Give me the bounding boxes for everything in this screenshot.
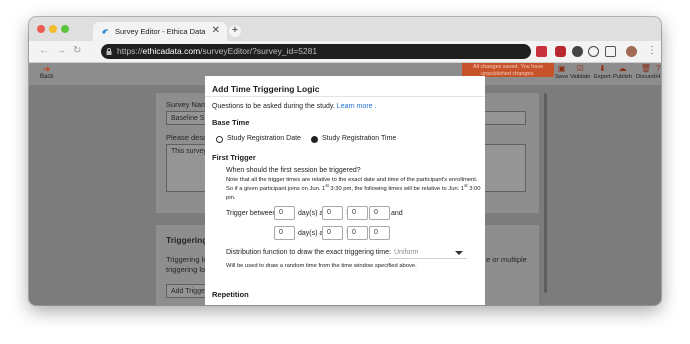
distribution-value: Uniform bbox=[394, 249, 419, 256]
note-line-3: pm. bbox=[226, 195, 236, 201]
tab-bar: Survey Editor - Ethica Data ✕ + bbox=[29, 17, 661, 41]
repetition-heading: Repetition bbox=[212, 290, 249, 299]
back-label: Back bbox=[40, 74, 54, 80]
triggering-text-2: triggering lo bbox=[166, 265, 206, 274]
distribution-select[interactable]: Uniform bbox=[389, 246, 467, 259]
url-path: /surveyEditor/?survey_id=5281 bbox=[200, 46, 318, 56]
from-minutes-input[interactable]: 0 bbox=[347, 206, 368, 220]
minimize-window-button[interactable] bbox=[49, 25, 57, 33]
from-seconds-input[interactable]: 0 bbox=[369, 206, 390, 220]
lock-icon bbox=[106, 48, 112, 55]
new-tab-button[interactable]: + bbox=[229, 25, 241, 37]
extension-puzzle-icon[interactable] bbox=[605, 46, 616, 57]
to-days-input[interactable]: 0 bbox=[274, 226, 295, 240]
note-line-2: So if a given participant joins on Jun. … bbox=[226, 183, 481, 192]
help-icon: ? bbox=[656, 64, 661, 73]
distribution-help: Will be used to draw a random time from … bbox=[226, 263, 417, 269]
note-line-1: Note that all the trigger times are rela… bbox=[226, 177, 478, 183]
help-label: H bbox=[656, 74, 661, 80]
distribution-label: Distribution function to draw the exact … bbox=[226, 249, 391, 256]
reload-icon[interactable]: ↻ bbox=[73, 45, 81, 56]
note-line-2-part-a: So if a given participant joins on Jun. … bbox=[226, 186, 326, 192]
publish-button[interactable]: ☁ Publish bbox=[613, 64, 633, 81]
registration-date-label[interactable]: Study Registration Date bbox=[227, 135, 301, 142]
publish-label: Publish bbox=[613, 74, 633, 80]
note-line-2-part-c: 3:00 bbox=[467, 186, 481, 192]
note-line-2-part-b: 3:30 pm, the following times will be rel… bbox=[328, 186, 465, 192]
validate-label: Validate bbox=[570, 74, 591, 80]
first-trigger-question: When should the first session be trigger… bbox=[226, 167, 361, 174]
to-minutes-input[interactable]: 0 bbox=[347, 226, 368, 240]
export-button[interactable]: ⬇ Export bbox=[594, 64, 611, 81]
extension-grid-icon[interactable] bbox=[536, 46, 547, 57]
cloud-upload-icon: ☁ bbox=[618, 64, 627, 73]
modal-title: Add Time Triggering Logic bbox=[212, 84, 320, 94]
description-label: Please descr bbox=[166, 133, 210, 142]
from-hours-input[interactable]: 0 bbox=[322, 206, 343, 220]
save-status-notice: All changes saved. You have unpublished … bbox=[462, 63, 554, 77]
url-domain: ethicadata.com bbox=[142, 46, 201, 56]
back-arrow-icon[interactable]: ← bbox=[39, 45, 49, 56]
triggering-text-right: e or multiple bbox=[486, 255, 527, 264]
caret-down-icon bbox=[455, 251, 463, 255]
page-scrollbar[interactable] bbox=[544, 93, 547, 293]
browser-tab[interactable]: Survey Editor - Ethica Data ✕ bbox=[93, 22, 227, 41]
extension-smile-icon[interactable] bbox=[588, 46, 599, 57]
url-prefix: https:// bbox=[117, 46, 143, 56]
address-bar-row: ← → ↻ https://ethicadata.com/surveyEdito… bbox=[29, 41, 661, 63]
notice-line-1: All changes saved. You have bbox=[472, 64, 544, 70]
extension-badge-icon[interactable] bbox=[555, 46, 566, 57]
modal-divider bbox=[205, 96, 485, 97]
profile-avatar[interactable] bbox=[626, 46, 637, 57]
forward-arrow-icon[interactable]: → bbox=[56, 45, 66, 56]
trash-icon: 🗑 bbox=[640, 64, 651, 73]
from-days-input[interactable]: 0 bbox=[274, 206, 295, 220]
add-time-trigger-modal: Add Time Triggering Logic Questions to b… bbox=[205, 76, 485, 305]
back-arrow-icon: ➜ bbox=[42, 64, 51, 74]
discard-label: Discard bbox=[636, 74, 656, 80]
extension-shield-icon[interactable] bbox=[572, 46, 583, 57]
registration-time-radio[interactable] bbox=[311, 136, 318, 143]
discard-button[interactable]: 🗑 Discard bbox=[636, 64, 656, 81]
close-tab-icon[interactable]: ✕ bbox=[212, 25, 220, 36]
save-icon: ▣ bbox=[557, 64, 566, 73]
first-trigger-heading: First Trigger bbox=[212, 153, 256, 162]
maximize-window-button[interactable] bbox=[61, 25, 69, 33]
download-icon: ⬇ bbox=[599, 64, 606, 73]
browser-menu-icon[interactable]: ⋮ bbox=[647, 45, 657, 56]
ethica-favicon-icon bbox=[101, 29, 110, 34]
base-time-heading: Base Time bbox=[212, 118, 250, 127]
url-field[interactable]: https://ethicadata.com/surveyEditor/?sur… bbox=[101, 44, 531, 59]
trigger-between-label: Trigger between bbox=[226, 210, 277, 217]
triggering-text-1: Triggering lo bbox=[166, 255, 208, 264]
close-window-button[interactable] bbox=[37, 25, 45, 33]
learn-more-link[interactable]: Learn more . bbox=[337, 103, 377, 110]
export-label: Export bbox=[594, 74, 611, 80]
checklist-icon: ☑ bbox=[576, 64, 584, 73]
save-label: Save bbox=[555, 74, 569, 80]
to-hours-input[interactable]: 0 bbox=[322, 226, 343, 240]
back-button[interactable]: ➜ Back bbox=[40, 64, 54, 81]
modal-intro: Questions to be asked during the study. … bbox=[212, 103, 376, 110]
tab-title: Survey Editor - Ethica Data bbox=[115, 27, 206, 36]
validate-button[interactable]: ☑ Validate bbox=[570, 64, 591, 81]
intro-text: Questions to be asked during the study. bbox=[212, 103, 335, 110]
save-button[interactable]: ▣ Save bbox=[555, 64, 569, 81]
registration-date-radio[interactable] bbox=[216, 136, 223, 143]
and-label: and bbox=[391, 210, 403, 217]
help-button[interactable]: ? H bbox=[656, 64, 661, 81]
registration-time-label[interactable]: Study Registration Time bbox=[322, 135, 396, 142]
to-seconds-input[interactable]: 0 bbox=[369, 226, 390, 240]
